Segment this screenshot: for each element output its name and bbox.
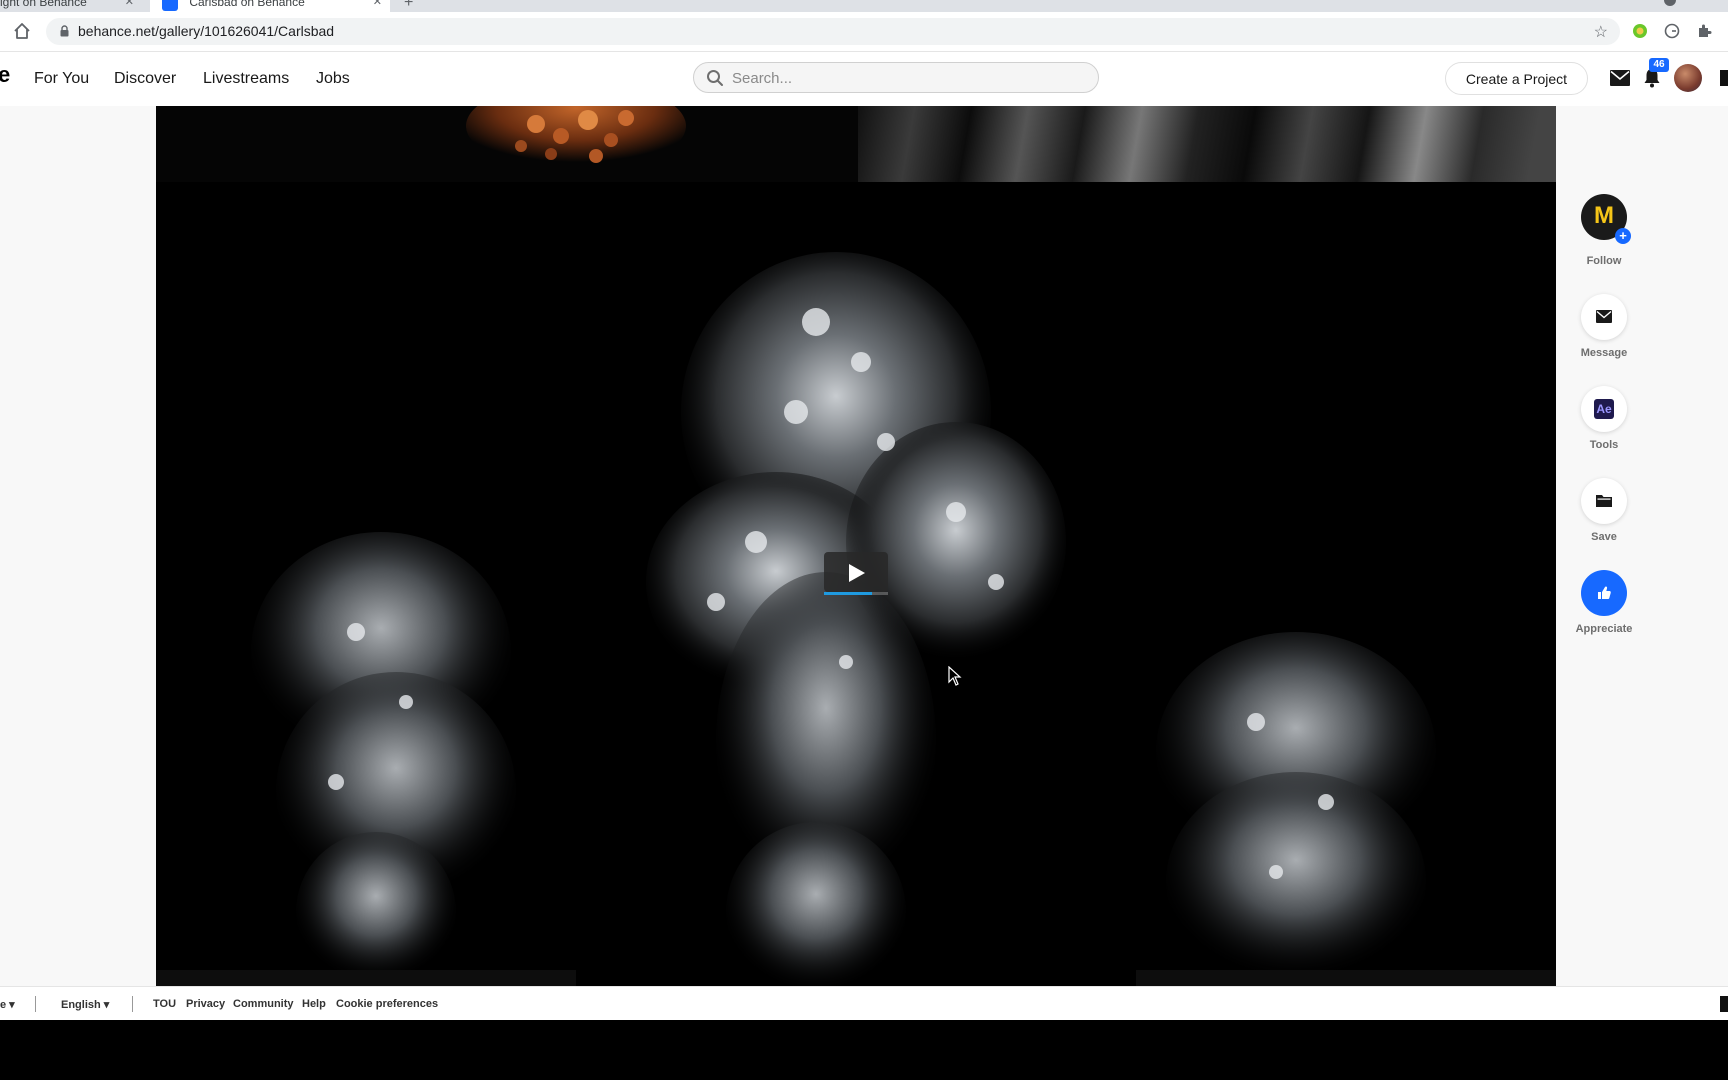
tab-title: Carlsbad on Behance	[189, 0, 305, 9]
address-bar: behance.net/gallery/101626041/Carlsbad ☆	[0, 12, 1728, 52]
nav-jobs[interactable]: Jobs	[316, 70, 350, 88]
lock-icon[interactable]	[60, 25, 69, 37]
project-page: M + Follow Message Ae Tools Save Appreci…	[0, 106, 1728, 986]
close-tab-icon[interactable]: ✕	[125, 0, 134, 12]
extension-icon[interactable]	[1632, 23, 1648, 39]
footer-link-privacy[interactable]: Privacy	[186, 998, 225, 1010]
owner-avatar[interactable]: M +	[1581, 194, 1631, 244]
behance-favicon-icon	[162, 0, 178, 11]
follow-label[interactable]: Follow	[1554, 255, 1654, 267]
site-footer: e ▾ English ▾ TOU Privacy Community Help…	[0, 986, 1728, 1021]
folder-icon	[1596, 495, 1612, 507]
screen-bottom-bar	[0, 1020, 1728, 1080]
nav-discover[interactable]: Discover	[114, 70, 176, 88]
footer-link-help[interactable]: Help	[302, 998, 326, 1010]
save-label[interactable]: Save	[1554, 531, 1654, 543]
grammarly-extension-icon[interactable]	[1664, 23, 1680, 39]
follow-plus-icon[interactable]: +	[1615, 228, 1631, 244]
mouse-cursor-icon	[948, 666, 962, 686]
extensions-puzzle-icon[interactable]	[1696, 23, 1712, 39]
message-button[interactable]	[1581, 294, 1627, 340]
search-icon	[707, 70, 723, 86]
footer-divider	[35, 996, 36, 1012]
video-progress-fill	[824, 592, 872, 595]
tab-title: ight on Behance	[0, 0, 87, 9]
after-effects-icon: Ae	[1594, 399, 1614, 419]
nav-livestreams[interactable]: Livestreams	[203, 70, 289, 88]
create-project-button[interactable]: Create a Project	[1445, 62, 1588, 95]
tools-button[interactable]: Ae	[1581, 386, 1627, 432]
footer-more-dropdown[interactable]: e ▾	[0, 998, 15, 1011]
notification-count-badge: 46	[1649, 58, 1669, 72]
browser-tab-active[interactable]: Carlsbad on Behance ✕	[150, 0, 390, 12]
home-icon[interactable]	[12, 21, 32, 41]
footer-link-tou[interactable]: TOU	[153, 998, 176, 1010]
message-label[interactable]: Message	[1554, 347, 1654, 359]
mail-icon[interactable]	[1610, 70, 1630, 86]
appreciate-button[interactable]	[1581, 570, 1627, 616]
search-box	[693, 62, 1099, 93]
play-button[interactable]	[824, 552, 888, 592]
mail-icon	[1596, 310, 1612, 323]
owner-initial: M	[1594, 202, 1614, 229]
orange-splash-image	[466, 106, 686, 171]
omnibox[interactable]: behance.net/gallery/101626041/Carlsbad ☆	[46, 18, 1620, 45]
close-tab-icon[interactable]: ✕	[373, 0, 382, 12]
browser-tab[interactable]: ight on Behance ✕	[0, 0, 148, 12]
site-header: e For You Discover Livestreams Jobs Crea…	[0, 52, 1728, 107]
footer-divider	[132, 996, 133, 1012]
browser-tab-strip: ight on Behance ✕ Carlsbad on Behance ✕ …	[0, 0, 1728, 12]
bookmark-star-icon[interactable]: ☆	[1594, 22, 1608, 42]
previous-module-image-left	[156, 106, 858, 182]
user-avatar[interactable]	[1674, 64, 1702, 92]
url-text: behance.net/gallery/101626041/Carlsbad	[78, 23, 335, 39]
search-input[interactable]	[730, 67, 1074, 89]
chevron-down-icon: ▾	[103, 999, 110, 1011]
nav-for-you[interactable]: For You	[34, 70, 89, 88]
tools-label[interactable]: Tools	[1554, 439, 1654, 451]
new-tab-icon[interactable]: +	[404, 0, 413, 12]
language-selector[interactable]: English ▾	[61, 998, 109, 1011]
browser-profile-icon[interactable]	[1664, 0, 1676, 6]
play-icon	[849, 564, 865, 582]
video-progress-bar[interactable]	[824, 592, 888, 595]
behance-logo[interactable]: e	[0, 62, 10, 88]
footer-link-community[interactable]: Community	[233, 998, 294, 1010]
save-button[interactable]	[1581, 478, 1627, 524]
thumbs-up-icon	[1598, 586, 1611, 599]
project-media	[156, 106, 1556, 986]
adobe-footer-logo[interactable]	[1720, 996, 1728, 1012]
appreciate-label[interactable]: Appreciate	[1554, 623, 1654, 635]
adobe-apps-icon[interactable]	[1720, 70, 1728, 86]
previous-module-image-right	[858, 106, 1556, 182]
footer-link-cookie-preferences[interactable]: Cookie preferences	[336, 998, 438, 1010]
language-label: English	[61, 999, 101, 1011]
